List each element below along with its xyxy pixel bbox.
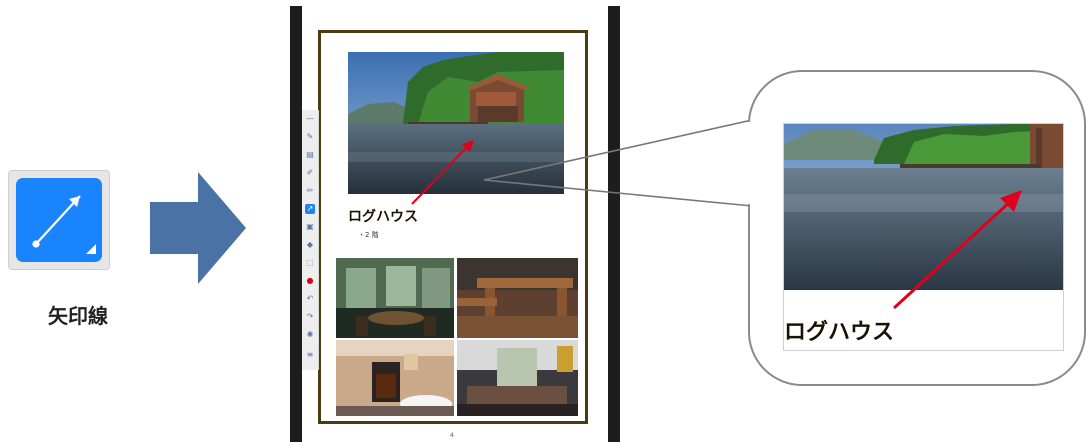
highlighter-icon[interactable]: ✏	[305, 186, 315, 196]
annotation-arrow	[411, 140, 474, 205]
pointer-icon[interactable]: —	[305, 114, 315, 124]
annotation-arrow-zoomed	[892, 190, 1022, 310]
text-icon[interactable]: ▤	[305, 150, 315, 160]
menu-icon[interactable]: ≡	[305, 350, 315, 360]
living-room-photo	[457, 340, 578, 416]
settings-icon[interactable]: ✺	[305, 330, 315, 340]
dining-photo	[336, 258, 454, 338]
redo-icon[interactable]: ↷	[305, 312, 315, 322]
arrow-line-icon[interactable]: ↗	[305, 204, 315, 214]
color-red-icon[interactable]: ●	[305, 276, 315, 286]
zoom-title: ログハウス	[784, 319, 895, 345]
photo-subtitle: ・2 階	[358, 231, 379, 239]
marker-icon[interactable]: ✐	[305, 168, 315, 178]
undo-icon[interactable]: ↶	[305, 294, 315, 304]
eraser-icon[interactable]: ◆	[305, 240, 315, 250]
select-icon[interactable]: ⬚	[305, 258, 315, 268]
right-arrow-icon	[150, 172, 246, 284]
image-icon[interactable]: ▣	[305, 222, 315, 232]
document-edge-right	[608, 6, 620, 442]
deck-photo	[457, 258, 578, 338]
tool-icon-tile[interactable]	[8, 170, 110, 270]
interior-photo-collage	[336, 258, 578, 416]
pen-icon[interactable]: ✎	[305, 132, 315, 142]
photo-title: ログハウス	[348, 209, 418, 225]
document-edge-left	[290, 6, 302, 442]
tool-label: 矢印線	[48, 304, 108, 328]
page-number: 4	[450, 432, 454, 439]
bathroom-photo	[336, 340, 454, 416]
annotation-toolbar: — ✎ ▤ ✐ ✏ ↗ ▣ ◆ ⬚ ● ↶ ↷ ✺ ≡	[302, 110, 319, 370]
arrow-line-icon	[16, 178, 102, 262]
callout-bubble-gap	[746, 122, 752, 204]
